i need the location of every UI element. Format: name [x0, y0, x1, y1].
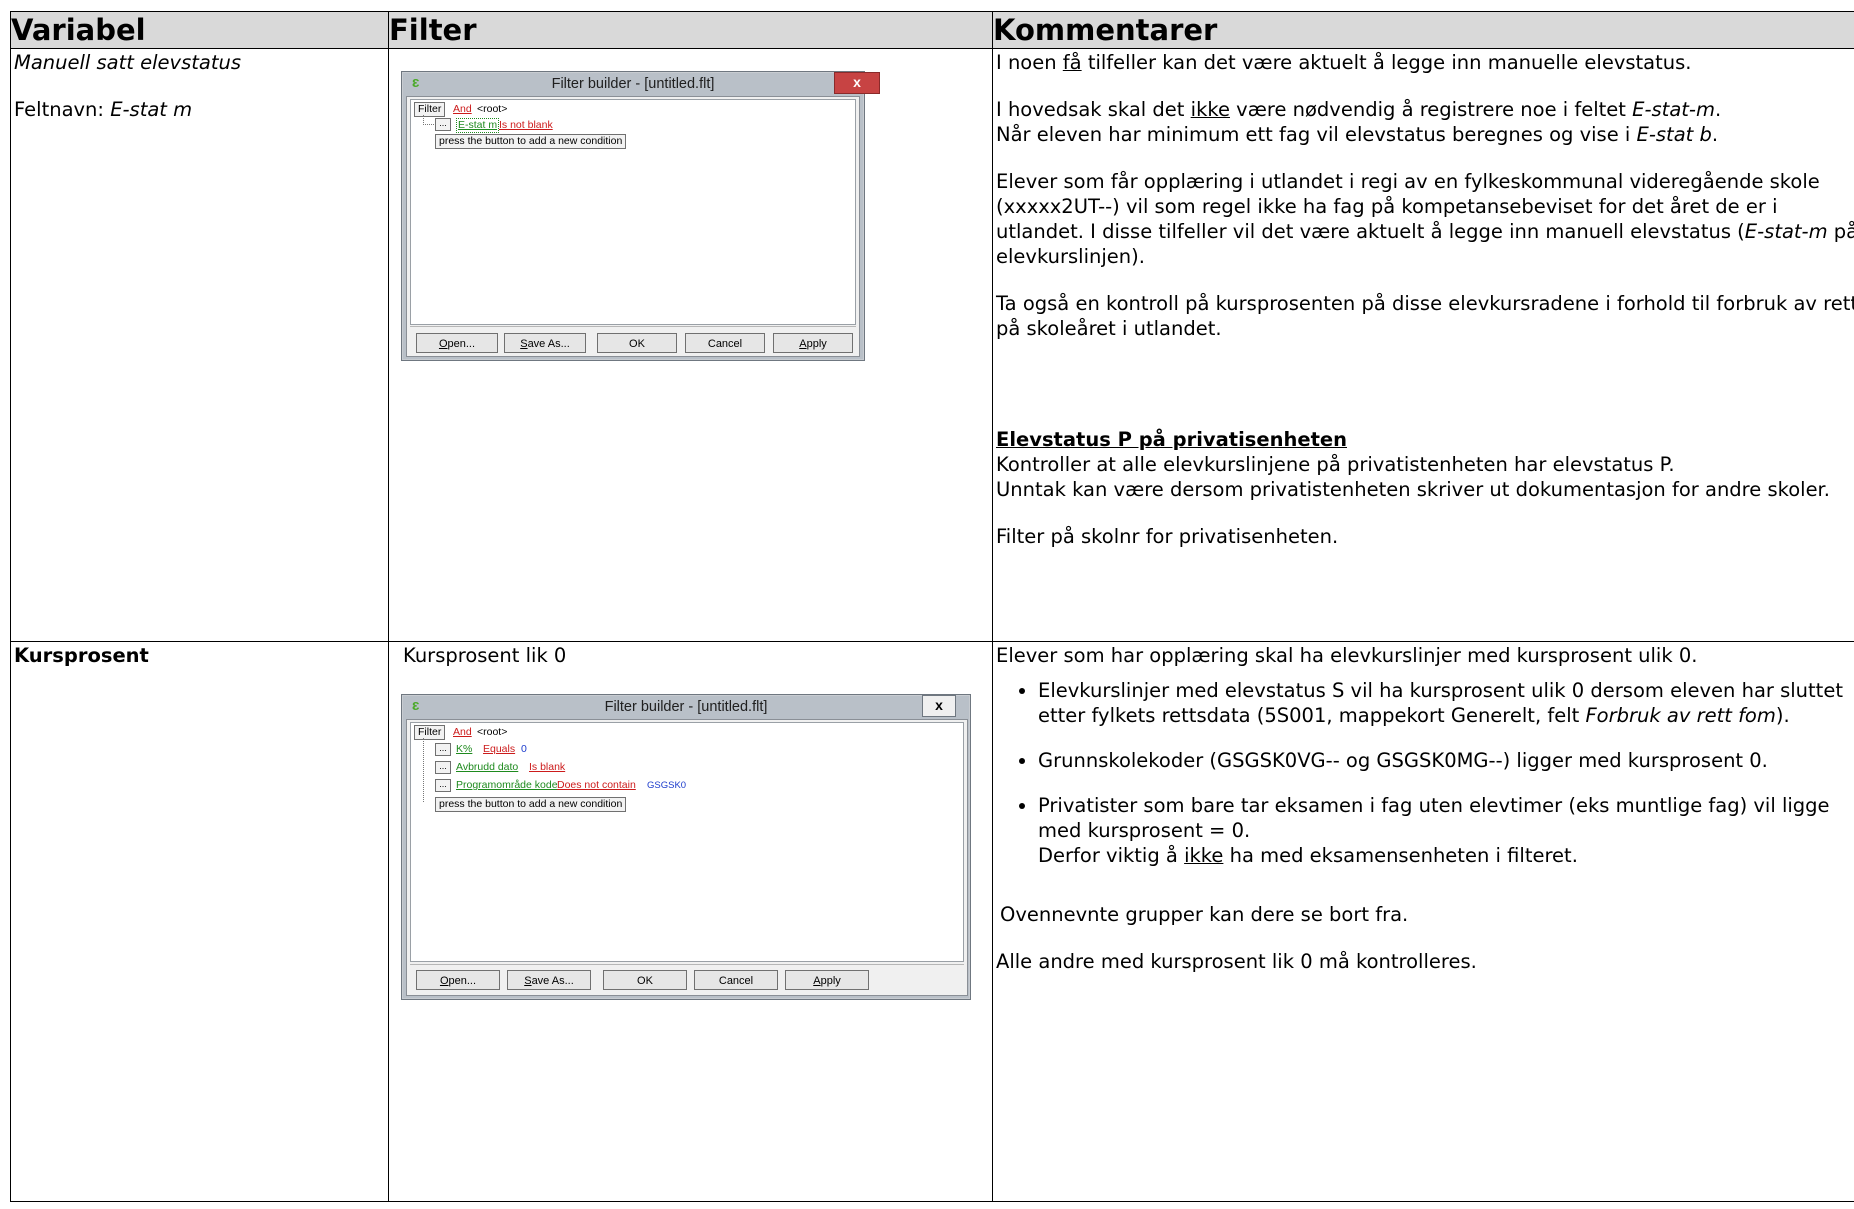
filter-cell: ɛ Filter builder - [untitled.flt] x Filt… — [388, 48, 993, 642]
cancel-button[interactable]: Cancel — [694, 970, 778, 990]
dialog-body: Filter And <root> ... K% Equals 0 ... Av… — [406, 719, 968, 996]
add-condition-button[interactable]: press the button to add a new condition — [435, 797, 627, 812]
dialog-body: Filter And <root> ... E-stat m Is not bl… — [406, 96, 860, 357]
filter-caption: Kursprosent lik 0 — [403, 644, 567, 667]
field-name: E-stat m — [110, 98, 193, 121]
save-as-button[interactable]: Save As... — [504, 333, 586, 353]
condition-value[interactable]: 0 — [521, 743, 527, 756]
condition-operator[interactable]: Does not contain — [557, 779, 636, 792]
condition-field[interactable]: E-stat m — [456, 118, 500, 133]
ok-button[interactable]: OK — [597, 333, 677, 353]
comment-paragraph: Elever som får opplæring i utlandet i re… — [996, 170, 1854, 268]
list-item: Grunnskolekoder (GSGSK0VG-- og GSGSK0MG-… — [1038, 748, 1854, 773]
comment-paragraph: Elever som har opplæring skal ha elevkur… — [996, 644, 1698, 667]
comment-paragraph: Ovennevnte grupper kan dere se bort fra. — [1000, 903, 1409, 926]
ok-button[interactable]: OK — [603, 970, 687, 990]
filter-builder-dialog: ɛ Filter builder - [untitled.flt] x Filt… — [401, 71, 880, 361]
root-and-operator[interactable]: And — [453, 103, 472, 116]
document-page: Variabel Filter Kommentarer Manuell satt… — [0, 0, 1854, 1209]
list-item: Elevkurslinjer med elevstatus S vil ha k… — [1038, 678, 1854, 728]
variable-cell: Kursprosent — [10, 641, 389, 1202]
field-name-line: Feltnavn: E-stat m — [14, 97, 384, 122]
close-icon[interactable]: x — [922, 695, 956, 717]
close-icon[interactable]: x — [834, 72, 880, 94]
condition-menu-button[interactable]: ... — [435, 761, 451, 774]
comment-paragraph: Ta også en kontroll på kursprosenten på … — [996, 292, 1854, 340]
filter-builder-dialog: ɛ Filter builder - [untitled.flt] x Filt… — [401, 694, 971, 1000]
apply-button[interactable]: Apply — [785, 970, 869, 990]
condition-field[interactable]: Avbrudd dato — [456, 761, 518, 774]
dialog-title: Filter builder - [untitled.flt] — [604, 699, 768, 715]
section-heading: Elevstatus P på privatisenheten — [996, 428, 1347, 451]
condition-field[interactable]: K% — [456, 743, 472, 756]
open-button[interactable]: Open... — [416, 333, 498, 353]
header-kommentarer: Kommentarer — [992, 11, 1854, 49]
save-as-button[interactable]: Save As... — [507, 970, 591, 990]
condition-operator[interactable]: Is blank — [529, 761, 565, 774]
header-variabel: Variabel — [10, 11, 389, 49]
add-condition-button[interactable]: press the button to add a new condition — [435, 134, 627, 149]
condition-field[interactable]: Programområde kode — [456, 779, 558, 792]
header-filter: Filter — [388, 11, 993, 49]
open-button[interactable]: Open... — [416, 970, 500, 990]
variable-title: Manuell satt elevstatus — [14, 51, 241, 74]
comments-cell: Elever som har opplæring skal ha elevkur… — [992, 641, 1854, 1202]
condition-value[interactable]: GSGSK0 — [647, 779, 686, 792]
apply-button[interactable]: Apply — [773, 333, 853, 353]
filter-tree-panel[interactable]: Filter And <root> ... K% Equals 0 ... Av… — [410, 722, 964, 962]
comment-paragraph: I noen få tilfeller kan det være aktuelt… — [996, 51, 1692, 74]
variable-title: Kursprosent — [14, 644, 149, 667]
table-row: Kursprosent Kursprosent lik 0 ɛ Filter b… — [10, 641, 1854, 1202]
comment-paragraph: Kontroller at alle elevkurslinjene på pr… — [996, 453, 1675, 476]
condition-operator[interactable]: Equals — [483, 743, 515, 756]
root-label: <root> — [477, 726, 508, 738]
list-item: Privatister som bare tar eksamen i fag u… — [1038, 793, 1854, 868]
filter-tree-panel[interactable]: Filter And <root> ... E-stat m Is not bl… — [410, 99, 856, 325]
comment-paragraph: I hovedsak skal det ikke være nødvendig … — [996, 98, 1722, 146]
condition-menu-button[interactable]: ... — [435, 118, 451, 131]
root-and-operator[interactable]: And — [453, 726, 472, 739]
comment-paragraph: Unntak kan være dersom privatistenheten … — [996, 478, 1830, 501]
table-row: Manuell satt elevstatus Feltnavn: E-stat… — [10, 48, 1854, 642]
condition-operator[interactable]: Is not blank — [499, 119, 553, 132]
comments-cell: I noen få tilfeller kan det være aktuelt… — [992, 48, 1854, 642]
tree-connector — [423, 738, 434, 802]
variable-cell: Manuell satt elevstatus Feltnavn: E-stat… — [10, 48, 389, 642]
comment-paragraph: Alle andre med kursprosent lik 0 må kont… — [996, 950, 1477, 973]
root-label: <root> — [477, 103, 508, 115]
dialog-title: Filter builder - [untitled.flt] — [551, 76, 715, 92]
comment-paragraph: Filter på skolnr for privatisenheten. — [996, 525, 1339, 548]
condition-menu-button[interactable]: ... — [435, 743, 451, 756]
tree-connector — [423, 115, 434, 125]
field-label: Feltnavn: — [14, 98, 111, 121]
cancel-button[interactable]: Cancel — [685, 333, 765, 353]
filter-table: Variabel Filter Kommentarer Manuell satt… — [10, 11, 1854, 1202]
condition-menu-button[interactable]: ... — [435, 779, 451, 792]
bullet-list: Elevkurslinjer med elevstatus S vil ha k… — [996, 678, 1854, 868]
filter-cell: Kursprosent lik 0 ɛ Filter builder - [un… — [388, 641, 993, 1202]
header-row: Variabel Filter Kommentarer — [10, 11, 1854, 49]
